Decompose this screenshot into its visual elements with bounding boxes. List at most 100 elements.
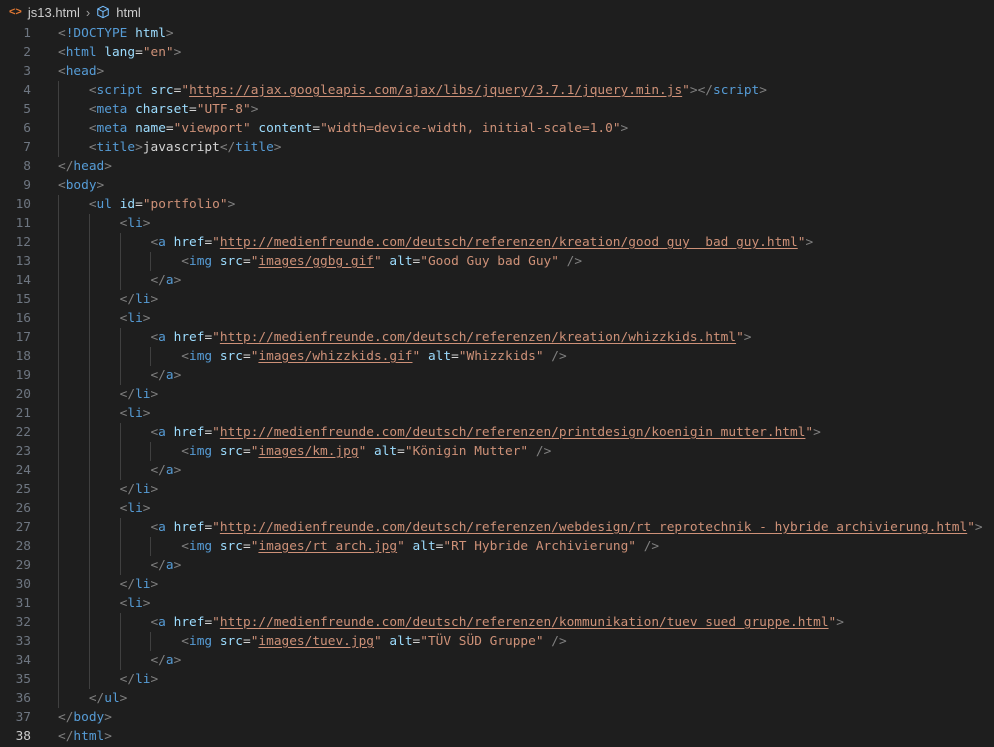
line-code: <head> (31, 62, 994, 81)
code-line[interactable]: 17 <a href="http://medienfreunde.com/deu… (0, 328, 994, 347)
indentation (58, 691, 89, 706)
code-line[interactable]: 14 </a> (0, 271, 994, 290)
code-line[interactable]: 18 <img src="images/whizzkids.gif" alt="… (0, 347, 994, 366)
punc-token: > (813, 425, 821, 440)
code-line[interactable]: 37 </body> (0, 708, 994, 727)
punc-token: < (88, 140, 97, 155)
line-code: <img src="images/tuev.jpg" alt="TÜV SÜD … (31, 632, 994, 651)
text-token: = (242, 349, 251, 364)
punc-token: > (974, 520, 983, 535)
code-line[interactable]: 22 <a href="http://medienfreunde.com/deu… (0, 423, 994, 442)
str-token: "viewport" (173, 121, 251, 136)
indent-guide (58, 328, 59, 347)
code-line[interactable]: 16 <li> (0, 309, 994, 328)
str-token: "en" (142, 45, 174, 60)
punc-token: /> (551, 349, 567, 364)
indentation (58, 140, 89, 155)
code-line[interactable]: 30 </li> (0, 575, 994, 594)
tag-token: ul (104, 691, 120, 706)
url-token[interactable]: https://ajax.googleapis.com/ajax/libs/jq… (189, 83, 682, 98)
indent-guide (88, 537, 90, 556)
punc-token: < (58, 45, 66, 60)
line-code: <li> (31, 499, 994, 518)
indent-guide (58, 556, 59, 575)
code-line[interactable]: 4 <script src="https://ajax.googleapis.c… (0, 81, 994, 100)
punc-token: < (88, 102, 97, 117)
code-line[interactable]: 12 <a href="http://medienfreunde.com/deu… (0, 233, 994, 252)
str-token: " (682, 83, 690, 98)
url-token[interactable]: images/km.jpg (258, 444, 358, 459)
url-token[interactable]: http://medienfreunde.com/deutsch/referen… (220, 235, 798, 250)
breadcrumb-symbol[interactable]: html (116, 5, 141, 20)
line-code: <li> (31, 404, 994, 423)
code-line[interactable]: 13 <img src="images/ggbg.gif" alt="Good … (0, 252, 994, 271)
url-token[interactable]: images/rt_arch.jpg (258, 539, 397, 554)
indentation (58, 368, 150, 383)
code-line[interactable]: 7 <title>javascript</title> (0, 138, 994, 157)
punc-token: > (104, 159, 112, 174)
code-line[interactable]: 19 </a> (0, 366, 994, 385)
url-token[interactable]: http://medienfreunde.com/deutsch/referen… (220, 425, 806, 440)
code-line[interactable]: 38 </html> (0, 727, 994, 746)
url-token[interactable]: http://medienfreunde.com/deutsch/referen… (220, 330, 736, 345)
code-line[interactable]: 32 <a href="http://medienfreunde.com/deu… (0, 613, 994, 632)
url-token[interactable]: images/ggbg.gif (258, 254, 374, 269)
tag-token: a (158, 615, 166, 630)
code-line[interactable]: 34 </a> (0, 651, 994, 670)
indent-guide (58, 537, 59, 556)
line-number: 6 (23, 121, 31, 136)
code-line[interactable]: 25 </li> (0, 480, 994, 499)
code-line[interactable]: 8 </head> (0, 157, 994, 176)
line-code: <html lang="en"> (31, 43, 994, 62)
punc-token: > (173, 558, 182, 573)
code-line[interactable]: 31 <li> (0, 594, 994, 613)
code-line[interactable]: 3 <head> (0, 62, 994, 81)
attr-token: src (219, 634, 243, 649)
code-line[interactable]: 23 <img src="images/km.jpg" alt="Königin… (0, 442, 994, 461)
code-line[interactable]: 21 <li> (0, 404, 994, 423)
code-line[interactable]: 35 </li> (0, 670, 994, 689)
punc-token: > (104, 710, 112, 725)
line-number: 25 (15, 482, 31, 497)
indent-guide (58, 594, 59, 613)
tag-token: img (189, 254, 213, 269)
punc-token: > (173, 273, 182, 288)
url-token[interactable]: images/whizzkids.gif (258, 349, 412, 364)
url-token[interactable]: images/tuev.jpg (258, 634, 374, 649)
tag-token: ul (96, 197, 112, 212)
punc-token: </ (119, 292, 136, 307)
line-code: <script src="https://ajax.googleapis.com… (31, 81, 994, 100)
code-line[interactable]: 29 </a> (0, 556, 994, 575)
code-line[interactable]: 33 <img src="images/tuev.jpg" alt="TÜV S… (0, 632, 994, 651)
code-line[interactable]: 10 <ul id="portfolio"> (0, 195, 994, 214)
code-line[interactable]: 26 <li> (0, 499, 994, 518)
punc-token: > (142, 501, 151, 516)
code-line[interactable]: 5 <meta charset="UTF-8"> (0, 100, 994, 119)
code-line[interactable]: 2 <html lang="en"> (0, 43, 994, 62)
attr-token: src (219, 254, 243, 269)
code-line[interactable]: 6 <meta name="viewport" content="width=d… (0, 119, 994, 138)
code-line[interactable]: 1 <!DOCTYPE html> (0, 24, 994, 43)
code-line[interactable]: 27 <a href="http://medienfreunde.com/deu… (0, 518, 994, 537)
breadcrumb-file[interactable]: js13.html (28, 5, 80, 20)
code-line[interactable]: 36 </ul> (0, 689, 994, 708)
str-token: " (805, 425, 814, 440)
punc-token: < (181, 539, 189, 554)
url-token[interactable]: http://medienfreunde.com/deutsch/referen… (220, 520, 967, 535)
code-line[interactable]: 9 <body> (0, 176, 994, 195)
code-line[interactable]: 20 </li> (0, 385, 994, 404)
tag-token: script (713, 83, 760, 98)
code-editor[interactable]: 1 <!DOCTYPE html> 2 <html lang="en"> 3 <head>… (0, 24, 994, 746)
line-number: 4 (23, 83, 31, 98)
tag-token: head (73, 159, 105, 174)
code-line[interactable]: 28 <img src="images/rt_arch.jpg" alt="RT… (0, 537, 994, 556)
code-line[interactable]: 11 <li> (0, 214, 994, 233)
url-token[interactable]: http://medienfreunde.com/deutsch/referen… (220, 615, 829, 630)
tag-token: li (127, 501, 143, 516)
code-line[interactable]: 24 </a> (0, 461, 994, 480)
code-line[interactable]: 15 </li> (0, 290, 994, 309)
indent-guide (119, 651, 121, 670)
punc-token: > (620, 121, 629, 136)
punc-token: > (96, 64, 105, 79)
